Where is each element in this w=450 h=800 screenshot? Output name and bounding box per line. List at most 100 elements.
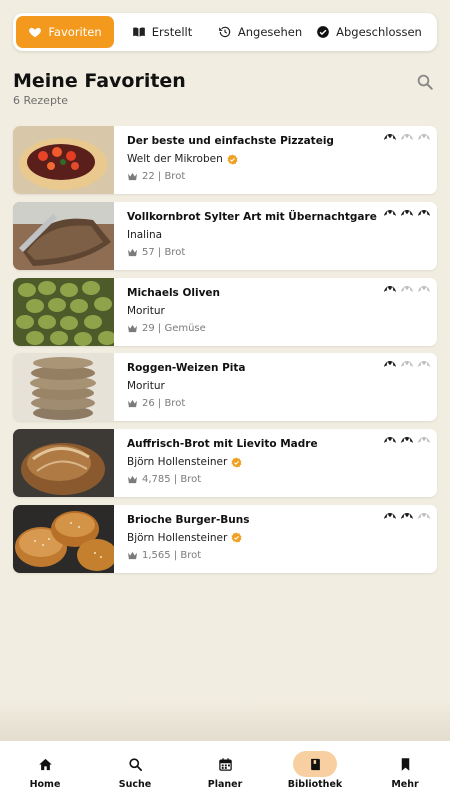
bottom-navigation: Home Suche Planer Bibliothek Mehr xyxy=(0,740,450,800)
croissant-icon-empty xyxy=(418,134,430,140)
bookmark-icon xyxy=(401,757,409,771)
nav-home[interactable]: Home xyxy=(0,741,90,800)
pizza-image xyxy=(13,126,114,194)
recipe-author[interactable]: Moritur xyxy=(127,379,437,393)
author-name: Welt der Mikroben xyxy=(127,153,223,165)
difficulty-rating xyxy=(383,208,431,220)
recipe-author[interactable]: Björn Hollensteiner xyxy=(127,455,437,469)
difficulty-rating xyxy=(383,511,431,523)
nav-icon-container xyxy=(113,751,157,777)
book-icon xyxy=(132,27,145,37)
sourdough-loaf-image xyxy=(13,429,114,498)
verified-badge-icon xyxy=(227,153,238,165)
nav-label: Suche xyxy=(118,779,152,790)
recipe-card[interactable]: Michaels Oliven Moritur 29 | Gemüse xyxy=(13,277,437,346)
recipe-author[interactable]: Björn Hollensteiner xyxy=(127,531,437,545)
author-name: Inalina xyxy=(127,228,163,241)
recipe-meta: 57 | Brot xyxy=(127,246,437,259)
search-icon xyxy=(128,757,142,771)
croissant-icon-filled xyxy=(384,512,396,519)
croissant-icon-filled xyxy=(401,209,413,216)
recipe-meta: 1,565 | Brot xyxy=(127,549,437,562)
tab-abgeschlossen[interactable]: Abgeschlossen xyxy=(310,16,428,48)
nav-label: Home xyxy=(29,779,61,790)
croissant-icon-empty xyxy=(401,361,413,368)
burger-buns-image xyxy=(13,504,114,573)
search-icon xyxy=(417,74,433,90)
croissant-icon-filled xyxy=(401,512,413,519)
croissant-icon-filled xyxy=(384,437,396,444)
recipe-meta: 22 | Brot xyxy=(127,170,437,183)
croissant-icon-empty xyxy=(418,285,430,292)
tab-favoriten[interactable]: Favoriten xyxy=(16,16,114,48)
nav-planer[interactable]: Planer xyxy=(180,741,270,800)
recipe-meta-text: 26 | Brot xyxy=(142,398,186,410)
crown-icon xyxy=(128,476,137,484)
recipe-card[interactable]: Brioche Burger-Buns Björn Hollensteiner … xyxy=(13,504,437,573)
recipe-count: 6 Rezepte xyxy=(13,94,69,107)
verified-badge-icon xyxy=(231,532,242,544)
author-name: Björn Hollensteiner xyxy=(127,456,228,469)
crown-icon xyxy=(128,551,137,560)
recipe-meta-text: 57 | Brot xyxy=(142,246,186,258)
scroll-fade xyxy=(0,700,450,740)
crown-icon xyxy=(128,324,137,332)
nav-label: Bibliothek xyxy=(287,779,343,790)
recipe-card[interactable]: Der beste und einfachste Pizzateig Welt … xyxy=(13,126,437,194)
difficulty-rating xyxy=(383,435,431,447)
nav-mehr[interactable]: Mehr xyxy=(360,741,450,800)
croissant-icon-empty xyxy=(401,134,413,140)
nav-bibliothek[interactable]: Bibliothek xyxy=(270,741,360,800)
difficulty-rating xyxy=(383,132,431,144)
croissant-icon-filled xyxy=(418,209,430,216)
library-book-icon xyxy=(310,758,320,770)
page-title: Meine Favoriten xyxy=(13,70,186,92)
recipe-meta: 29 | Gemüse xyxy=(127,322,437,335)
nav-icon-container xyxy=(203,751,247,777)
tab-label: Favoriten xyxy=(48,25,102,39)
croissant-icon-filled xyxy=(384,209,396,216)
search-button[interactable] xyxy=(416,73,434,91)
croissant-icon-empty xyxy=(418,512,430,519)
nav-suche[interactable]: Suche xyxy=(90,741,180,800)
croissant-icon-filled xyxy=(384,361,396,368)
history-icon xyxy=(219,26,231,38)
recipe-author[interactable]: Moritur xyxy=(127,304,437,318)
nav-icon-container xyxy=(383,751,427,777)
tab-label: Abgeschlossen xyxy=(336,25,422,39)
recipe-meta-text: 22 | Brot xyxy=(142,171,186,182)
favorites-list: Der beste und einfachste Pizzateig Welt … xyxy=(13,126,437,581)
author-name: Björn Hollensteiner xyxy=(127,531,228,544)
recipe-author[interactable]: Inalina xyxy=(127,228,437,242)
verified-badge-icon xyxy=(231,457,242,468)
recipe-meta-text: 29 | Gemüse xyxy=(142,322,206,334)
recipe-author[interactable]: Welt der Mikroben xyxy=(127,152,437,166)
tab-erstellt[interactable]: Erstellt xyxy=(114,16,210,48)
croissant-icon-filled xyxy=(384,134,396,140)
recipe-meta-text: 1,565 | Brot xyxy=(142,549,202,561)
crown-icon xyxy=(128,248,137,256)
recipe-card[interactable]: Auffrisch-Brot mit Lievito Madre Björn H… xyxy=(13,429,437,498)
olives-jar-image xyxy=(13,277,114,346)
recipe-card[interactable]: Vollkornbrot Sylter Art mit Übernachtgar… xyxy=(13,201,437,270)
croissant-icon-filled xyxy=(384,285,396,292)
heart-icon xyxy=(29,27,42,38)
pita-stack-image xyxy=(13,353,114,422)
crown-icon xyxy=(128,400,137,408)
library-tab-bar: Favoriten Erstellt Angesehen Abgeschloss… xyxy=(13,13,437,51)
recipe-meta: 4,785 | Brot xyxy=(127,473,437,486)
recipe-meta: 26 | Brot xyxy=(127,397,437,410)
croissant-icon-filled xyxy=(401,437,413,444)
tab-angesehen[interactable]: Angesehen xyxy=(210,16,310,48)
nav-label: Mehr xyxy=(391,779,419,790)
recipe-card[interactable]: Roggen-Weizen Pita Moritur 26 | Brot xyxy=(13,353,437,422)
difficulty-rating xyxy=(383,284,431,296)
calendar-icon xyxy=(218,757,232,771)
home-icon xyxy=(38,758,52,770)
tab-label: Angesehen xyxy=(237,25,303,39)
nav-label: Planer xyxy=(207,779,243,790)
nav-icon-container xyxy=(23,751,67,777)
croissant-icon-empty xyxy=(418,361,430,368)
check-circle-icon xyxy=(317,26,329,38)
tab-label: Erstellt xyxy=(151,25,193,39)
